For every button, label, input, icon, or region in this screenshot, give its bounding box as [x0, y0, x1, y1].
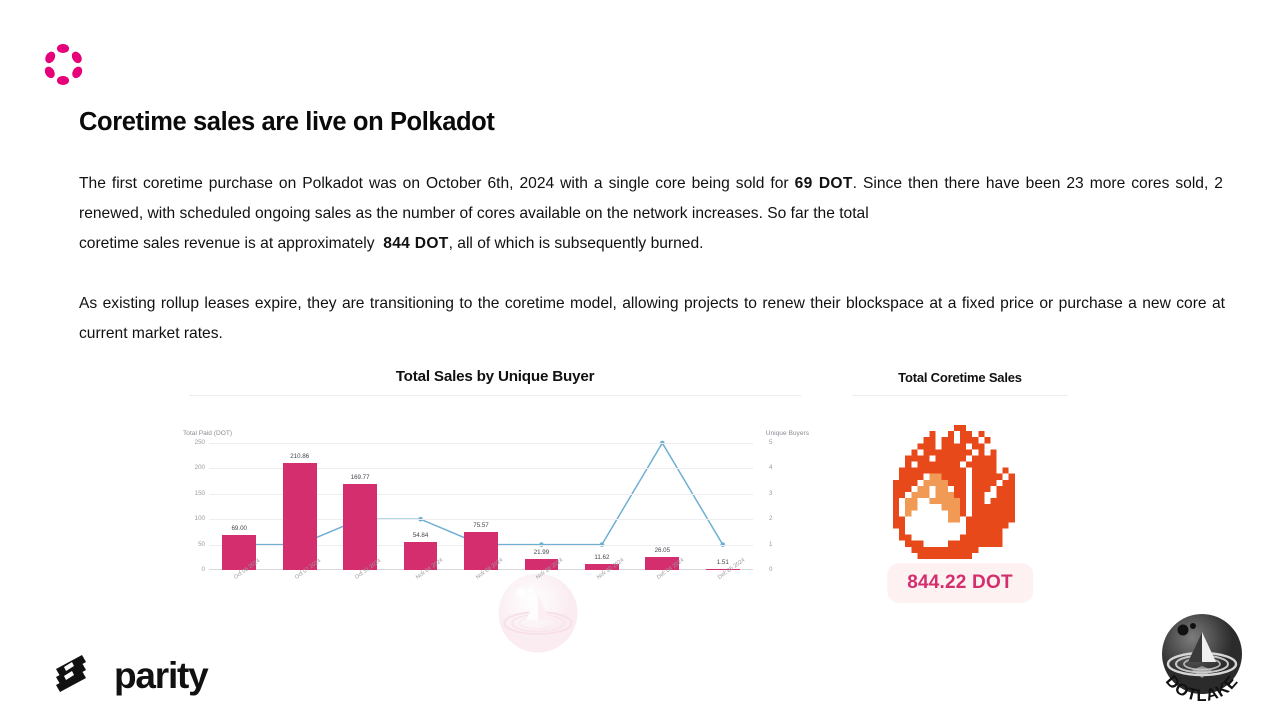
page-title: Coretime sales are live on Polkadot [79, 108, 495, 136]
parity-wordmark: parity [114, 655, 209, 696]
chart-y2-tick: 0 [769, 566, 773, 573]
polkadot-logo-dot [57, 44, 69, 53]
chart-y-tick: 100 [194, 515, 205, 523]
amount-69-dot: 69 DOT [794, 175, 853, 192]
chart-y2-tick: 1 [769, 540, 773, 548]
intro-paragraph: The first coretime purchase on Polkadot … [79, 169, 1223, 259]
chart-y-tick: 50 [198, 540, 205, 548]
total-sales-value: 844.22 DOT [887, 563, 1033, 603]
chart-plot-area: 0 50 100 150 200 250 0 1 2 3 4 5 69.00 Oct 06 2024 210… [195, 439, 772, 653]
secondary-paragraph: As existing rollup leases expire, they a… [79, 295, 1225, 342]
chart-gridline [209, 443, 753, 444]
chart-y2-tick: 2 [769, 515, 773, 523]
chart-bar-value-label: 21.99 [533, 548, 550, 556]
chart-y-axis-label: Total Paid (DOT) [183, 430, 233, 437]
chart-bar-value-label: 54.84 [412, 532, 429, 540]
chart-y-tick: 0 [201, 566, 205, 573]
polkadot-logo-dot [69, 64, 84, 80]
fire-icon [893, 425, 1027, 564]
chart-y-tick: 150 [194, 489, 205, 497]
polkadot-logo-dot [57, 76, 69, 85]
chart-bar[interactable] [343, 483, 378, 570]
amount-844-dot: 844 DOT [383, 235, 449, 252]
chart-bar[interactable] [282, 462, 317, 570]
polkadot-logo-dot [42, 49, 57, 65]
chart-y2-tick: 4 [769, 464, 773, 472]
chart-y2-tick: 5 [769, 439, 773, 446]
chart-bar-value-label: 69.00 [231, 524, 247, 532]
chart-title-divider [189, 395, 801, 396]
polkadot-logo-dot [42, 64, 57, 80]
intro-text-part-1: The first coretime purchase on Polkadot … [79, 175, 795, 192]
chart-bar-value-label: 210.86 [290, 452, 310, 460]
slide: Coretime sales are live on Polkadot The … [0, 0, 1280, 720]
chart-y-tick: 250 [194, 439, 205, 446]
polkadot-logo-dot [69, 49, 84, 65]
chart-y2-tick: 3 [769, 489, 773, 497]
intro-text-part-3: coretime sales revenue is at approximate… [79, 235, 375, 252]
chart-title: Total Sales by Unique Buyer [395, 368, 595, 385]
sales-chart-card: Total Sales by Unique Buyer Total Paid (… [175, 363, 815, 653]
dotlake-watermark [496, 571, 580, 655]
dotlake-logo: DOTLAKE [1152, 608, 1252, 708]
total-coretime-sales-card: Total Coretime Sales 844.22 DOT [838, 363, 1082, 623]
parity-logo: parity [52, 653, 217, 699]
intro-last-line: coretime sales revenue is at approximate… [79, 229, 1223, 259]
chart-bar-value-label: 75.57 [473, 521, 489, 529]
total-sales-title: Total Coretime Sales [898, 370, 1022, 385]
total-sales-divider [852, 395, 1068, 396]
chart-y2-axis-label: Unique Buyers [765, 430, 809, 437]
polkadot-logo [42, 43, 84, 85]
parity-mark-icon [56, 655, 86, 692]
intro-text-part-4: , all of which is subsequently burned. [448, 235, 704, 252]
chart-bar-value-label: 26.05 [654, 546, 671, 554]
chart-y-tick: 200 [194, 464, 205, 472]
chart-bar-value-label: 169.77 [350, 473, 370, 481]
